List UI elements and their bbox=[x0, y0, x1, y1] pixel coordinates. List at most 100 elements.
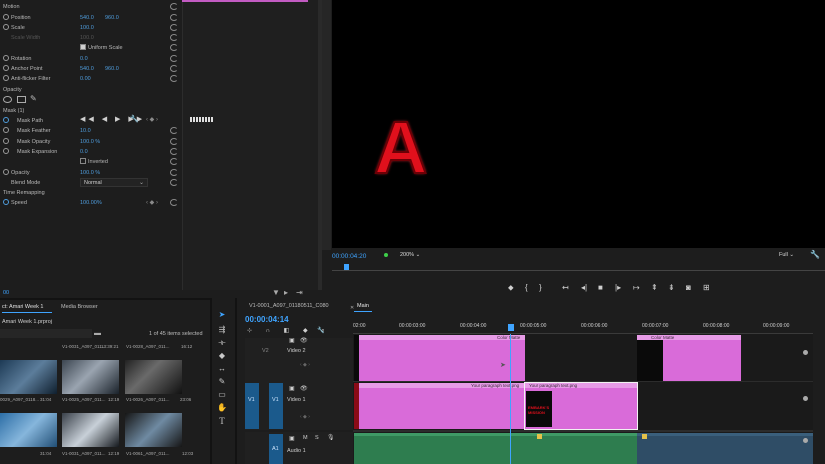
uniform-scale-reset-icon[interactable] bbox=[170, 44, 178, 51]
type-tool-icon[interactable]: T bbox=[217, 416, 227, 426]
text-png-clip-selected[interactable]: Your paragraph text.png EMBARK'S MISSION bbox=[524, 382, 638, 430]
uniform-scale-checkbox[interactable] bbox=[80, 44, 86, 50]
hand-icon[interactable]: ✋ bbox=[217, 403, 227, 413]
color-matte-clip[interactable]: Color Matte ➤ bbox=[359, 335, 525, 381]
anchor-y-value[interactable]: 960.0 bbox=[105, 66, 119, 72]
mute-button[interactable]: M bbox=[303, 435, 308, 441]
antiflicker-stopwatch-icon[interactable] bbox=[3, 75, 9, 81]
thumbnail[interactable] bbox=[0, 413, 57, 447]
blend-mode-dropdown[interactable]: Normal ⌄ bbox=[80, 178, 148, 187]
pen-icon[interactable]: ✎ bbox=[217, 377, 227, 387]
antiflicker-reset-icon[interactable] bbox=[170, 75, 178, 82]
text-png-clip[interactable]: Your paragraph text.png bbox=[359, 383, 525, 429]
position-x-value[interactable]: 540.0 bbox=[80, 15, 94, 21]
scale-stopwatch-icon[interactable] bbox=[3, 24, 9, 30]
speed-reset-icon[interactable] bbox=[170, 199, 178, 206]
blend-mode-reset-icon[interactable] bbox=[170, 179, 178, 186]
position-y-value[interactable]: 960.0 bbox=[105, 15, 119, 21]
wrench-icon[interactable]: 🔧 bbox=[130, 115, 139, 123]
anchor-reset-icon[interactable] bbox=[170, 65, 178, 72]
mask-path-stopwatch-icon[interactable] bbox=[3, 117, 9, 123]
tab-main[interactable]: Main bbox=[357, 303, 369, 309]
tab-sequence[interactable]: V1-0001_A097_01180511_C080 bbox=[249, 303, 329, 309]
rectangle-tool-icon[interactable]: ▭ bbox=[217, 390, 227, 400]
rectangle-mask-icon[interactable] bbox=[17, 96, 26, 103]
mask-expansion-reset-icon[interactable] bbox=[170, 148, 178, 155]
selection-tool-icon[interactable]: ➤ bbox=[217, 310, 227, 320]
mask-feather-value[interactable]: 10.0 bbox=[80, 128, 91, 134]
opacity-reset-icon[interactable] bbox=[170, 169, 178, 176]
monitor-resize-handle[interactable] bbox=[322, 0, 331, 250]
mask-expansion-stopwatch-icon[interactable] bbox=[3, 148, 9, 154]
toggle-output-eye-icon[interactable]: 👁 bbox=[300, 337, 308, 344]
go-to-out-icon[interactable]: ↦ bbox=[633, 284, 640, 292]
mask-opacity-reset-icon[interactable] bbox=[170, 138, 178, 145]
project-search-input[interactable] bbox=[0, 329, 92, 338]
program-video-frame[interactable]: A bbox=[332, 0, 825, 248]
v1-target-button[interactable]: V1 bbox=[269, 383, 283, 429]
mask-path-keyframes[interactable] bbox=[190, 117, 214, 122]
lock-icon[interactable]: ▣ bbox=[289, 435, 295, 442]
playhead-marker[interactable] bbox=[508, 324, 514, 331]
rotation-stopwatch-icon[interactable] bbox=[3, 55, 9, 61]
go-to-in-icon[interactable]: ↤ bbox=[562, 284, 569, 292]
vertical-scroll-handle[interactable] bbox=[803, 438, 808, 443]
export-frame-icon[interactable]: ◙ bbox=[686, 284, 691, 292]
program-timecode[interactable]: 00:00:04:20 bbox=[332, 253, 366, 260]
pen-mask-icon[interactable]: ✎ bbox=[30, 94, 37, 103]
stop-icon[interactable]: ■ bbox=[598, 284, 603, 292]
loop-icon[interactable]: ⇥ bbox=[296, 288, 303, 297]
thumbnail[interactable] bbox=[0, 360, 57, 394]
track-select-icon[interactable]: ⇶ bbox=[217, 325, 227, 335]
audio1-track-header[interactable]: A1 ▣ M S 🎙 Audio 1 bbox=[245, 432, 353, 464]
playhead-line[interactable] bbox=[510, 334, 511, 464]
solo-button[interactable]: S bbox=[315, 435, 319, 441]
razor-icon[interactable]: ◆ bbox=[217, 351, 227, 361]
position-reset-icon[interactable] bbox=[170, 14, 178, 21]
motion-reset-icon[interactable] bbox=[170, 3, 178, 10]
microphone-icon[interactable]: 🎙 bbox=[327, 434, 335, 441]
mark-out-icon[interactable]: } bbox=[539, 284, 542, 292]
tab-project[interactable]: ct: Amari Week 1 bbox=[2, 304, 43, 310]
speed-stopwatch-icon[interactable] bbox=[3, 199, 9, 205]
zoom-dropdown[interactable]: 200% ⌄ bbox=[400, 252, 420, 258]
thumbnail[interactable] bbox=[125, 413, 182, 447]
keyframe-nav-icon[interactable]: ‹ ◆ › bbox=[146, 116, 158, 123]
effect-controls-timecode[interactable]: 00 bbox=[3, 290, 9, 296]
filter-icon[interactable]: ▼ bbox=[272, 288, 280, 297]
mask-opacity-stopwatch-icon[interactable] bbox=[3, 138, 9, 144]
step-forward-icon[interactable]: |▸ bbox=[615, 284, 621, 292]
thumbnail[interactable] bbox=[62, 360, 119, 394]
wrench-icon[interactable]: 🔧 bbox=[810, 250, 820, 259]
position-stopwatch-icon[interactable] bbox=[3, 14, 9, 20]
mask-feather-stopwatch-icon[interactable] bbox=[3, 127, 9, 133]
scale-value[interactable]: 100.0 bbox=[80, 25, 94, 31]
thumbnail[interactable] bbox=[62, 413, 119, 447]
effect-controls-timeline[interactable] bbox=[182, 0, 322, 290]
inverted-checkbox[interactable] bbox=[80, 158, 86, 164]
toggle-output-eye-icon[interactable]: 👁 bbox=[300, 385, 308, 392]
button-editor-icon[interactable]: ⊞ bbox=[703, 284, 710, 292]
wrench-icon[interactable]: 🔧 bbox=[317, 327, 324, 334]
tab-media-browser[interactable]: Media Browser bbox=[61, 304, 98, 310]
mask-expansion-value[interactable]: 0.0 bbox=[80, 149, 88, 155]
thumbnail[interactable] bbox=[125, 360, 182, 394]
mask-feather-reset-icon[interactable] bbox=[170, 127, 178, 134]
inverted-reset-icon[interactable] bbox=[170, 158, 178, 165]
opacity-value[interactable]: 100.0 % bbox=[80, 170, 100, 176]
vertical-scroll-handle[interactable] bbox=[803, 396, 808, 401]
video2-track-header[interactable]: V2 Video 2 ▣ 👁 ‹ ◆ › bbox=[245, 338, 353, 382]
vertical-scroll-handle[interactable] bbox=[803, 350, 808, 355]
quality-dropdown[interactable]: Full ⌄ bbox=[779, 252, 794, 258]
play-clip-audio-icon[interactable]: ▸ bbox=[284, 288, 288, 297]
timeline-timecode[interactable]: 00:00:04:14 bbox=[245, 315, 289, 324]
speed-value[interactable]: 100.00% bbox=[80, 200, 102, 206]
lift-icon[interactable]: ⇞ bbox=[651, 284, 658, 292]
program-scrubber[interactable] bbox=[332, 263, 825, 271]
antiflicker-value[interactable]: 0.00 bbox=[80, 76, 91, 82]
keyframe-nav-icon[interactable]: ‹ ◆ › bbox=[300, 362, 310, 368]
scale-reset-icon[interactable] bbox=[170, 24, 178, 31]
anchor-x-value[interactable]: 540.0 bbox=[80, 66, 94, 72]
rotation-reset-icon[interactable] bbox=[170, 55, 178, 62]
audio-clip-2[interactable] bbox=[637, 433, 813, 464]
